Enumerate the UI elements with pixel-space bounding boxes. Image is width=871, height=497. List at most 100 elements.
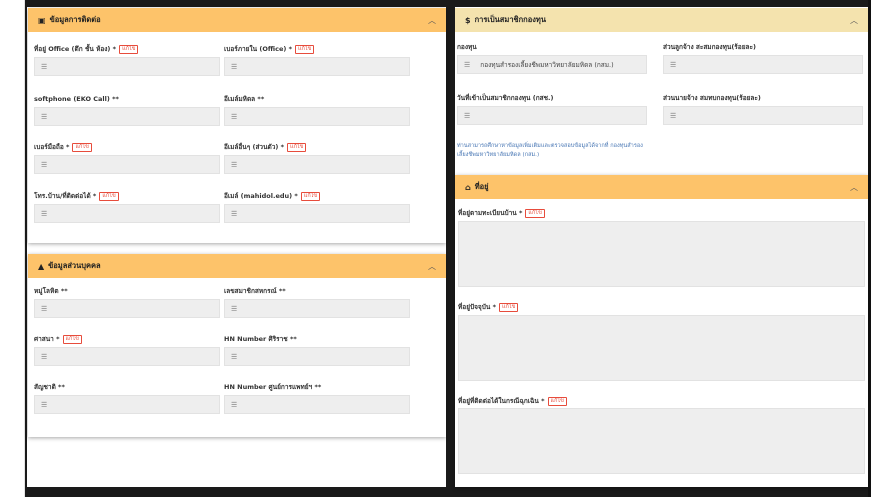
text-lines-icon: ☰ bbox=[231, 62, 238, 71]
contact-card-header[interactable]: ▣ ข้อมูลการติดต่อ ︿ bbox=[28, 8, 446, 32]
employer-contribution-field: ส่วนนายจ้าง สมทบกองทุน(ร้อยละ) ☰ bbox=[663, 93, 863, 125]
employee-contribution-input[interactable]: ☰ bbox=[663, 55, 863, 74]
fund-info-link[interactable]: ท่านสามารถศึกษาหาข้อมูลเพิ่มเติมและตรวจส… bbox=[457, 142, 643, 160]
field-label: ส่วนลูกจ้าง สะสมกองทุน(ร้อยละ) bbox=[663, 43, 756, 51]
personal-email-field: อีเมล์อื่นๆ (ส่วนตัว) * แก้ไข ☰ bbox=[224, 142, 410, 174]
field-label: ส่วนนายจ้าง สมทบกองทุน(ร้อยละ) bbox=[663, 94, 761, 102]
text-lines-icon: ☰ bbox=[41, 160, 48, 169]
contact-card: ▣ ข้อมูลการติดต่อ ︿ ที่อยู่ Office (ตึก … bbox=[28, 8, 446, 243]
home-phone-field: โทร.บ้าน/ที่ติดต่อได้ * แก้ไข ☰ bbox=[34, 191, 220, 223]
field-label: HN Number ศูนย์การแพทย์ฯ ** bbox=[224, 383, 322, 391]
chevron-up-icon[interactable]: ︿ bbox=[428, 15, 436, 26]
current-address-textarea[interactable] bbox=[458, 315, 865, 381]
fund-name-field: กองทุน ☰ กองทุนสำรองเลี้ยงชีพมหาวิทยาลัยม… bbox=[457, 42, 647, 74]
blood-type-input[interactable]: ☰ bbox=[34, 299, 220, 318]
emergency-address-textarea[interactable] bbox=[458, 408, 865, 474]
hn-medical-center-input[interactable]: ☰ bbox=[224, 395, 410, 414]
edit-button[interactable]: แก้ไข bbox=[295, 44, 315, 54]
softphone-input[interactable]: ☰ bbox=[34, 107, 220, 126]
blood-type-field: หมู่โลหิต ** ☰ bbox=[34, 286, 220, 318]
text-lines-icon: ☰ bbox=[231, 209, 238, 218]
text-lines-icon: ☰ bbox=[231, 304, 238, 313]
office-phone-field: เบอร์ภายใน (Office) * แก้ไข ☰ bbox=[224, 44, 410, 76]
office-address-input[interactable]: ☰ bbox=[34, 57, 220, 76]
field-label: อีเมล์ (mahidol.edu) * bbox=[224, 192, 298, 200]
edit-button[interactable]: แก้ไข bbox=[547, 396, 567, 406]
field-label: กองทุน bbox=[457, 43, 477, 51]
fund-card-header[interactable]: $ การเป็นสมาชิกกองทุน ︿ bbox=[455, 8, 868, 32]
field-label: HN Number ศิริราช ** bbox=[224, 335, 297, 343]
field-label: วันที่เข้าเป็นสมาชิกกองทุน (กสช.) bbox=[457, 94, 554, 102]
current-address-field: ที่อยู่ปัจจุบัน * แก้ไข bbox=[458, 302, 519, 312]
text-lines-icon: ☰ bbox=[231, 400, 238, 409]
coop-member-input[interactable]: ☰ bbox=[224, 299, 410, 318]
personal-email-input[interactable]: ☰ bbox=[224, 155, 410, 174]
text-lines-icon: ☰ bbox=[41, 209, 48, 218]
mahidol-email-field: อีเมล์มหิดล ** ☰ bbox=[224, 94, 410, 126]
text-lines-icon: ☰ bbox=[41, 400, 48, 409]
hn-medical-center-field: HN Number ศูนย์การแพทย์ฯ ** ☰ bbox=[224, 382, 410, 414]
field-label: ที่อยู่ปัจจุบัน * bbox=[458, 303, 496, 311]
edit-button[interactable]: แก้ไข bbox=[62, 334, 82, 344]
fund-join-date-field: วันที่เข้าเป็นสมาชิกกองทุน (กสช.) ☰ bbox=[457, 93, 647, 125]
person-icon: ▲ bbox=[38, 261, 45, 271]
nationality-field: สัญชาติ ** ☰ bbox=[34, 382, 220, 414]
text-lines-icon: ☰ bbox=[464, 111, 471, 120]
registered-address-field: ที่อยู่ตามทะเบียนบ้าน * แก้ไข bbox=[458, 208, 545, 218]
edit-button[interactable]: แก้ไข bbox=[525, 208, 545, 218]
employee-contribution-field: ส่วนลูกจ้าง สะสมกองทุน(ร้อยละ) ☰ bbox=[663, 42, 863, 74]
text-lines-icon: ☰ bbox=[670, 111, 677, 120]
field-label: อีเมล์อื่นๆ (ส่วนตัว) * bbox=[224, 143, 285, 151]
edit-button[interactable]: แก้ไข bbox=[287, 142, 307, 152]
emergency-address-field: ที่อยู่ที่ติดต่อได้ในกรณีฉุกเฉิน * แก้ไข bbox=[458, 396, 567, 406]
field-label: โทร.บ้าน/ที่ติดต่อได้ * bbox=[34, 192, 97, 200]
edit-button[interactable]: แก้ไข bbox=[99, 191, 119, 201]
religion-input[interactable]: ☰ bbox=[34, 347, 220, 366]
field-label: อีเมล์มหิดล ** bbox=[224, 95, 265, 103]
chevron-up-icon[interactable]: ︿ bbox=[850, 15, 858, 26]
field-label: ที่อยู่ Office (ตึก ชั้น ห้อง) * bbox=[34, 45, 117, 53]
hn-siriraj-input[interactable]: ☰ bbox=[224, 347, 410, 366]
employer-contribution-input[interactable]: ☰ bbox=[663, 106, 863, 125]
coop-member-field: เลขสมาชิกสหกรณ์ ** ☰ bbox=[224, 286, 410, 318]
fund-card: $ การเป็นสมาชิกกองทุน ︿ กองทุน ☰ กองทุนสำ… bbox=[455, 8, 868, 170]
text-lines-icon: ☰ bbox=[231, 352, 238, 361]
left-sidebar-strip bbox=[0, 0, 25, 497]
fund-card-title: การเป็นสมาชิกกองทุน bbox=[474, 15, 546, 24]
hn-siriraj-field: HN Number ศิริราช ** ☰ bbox=[224, 334, 410, 366]
office-phone-input[interactable]: ☰ bbox=[224, 57, 410, 76]
mahidol-email-input[interactable]: ☰ bbox=[224, 107, 410, 126]
home-icon: ⌂ bbox=[465, 182, 471, 192]
address-card-header[interactable]: ⌂ ที่อยู่ ︿ bbox=[455, 175, 868, 199]
edit-button[interactable]: แก้ไข bbox=[498, 302, 519, 312]
edit-button[interactable]: แก้ไข bbox=[300, 191, 321, 201]
text-lines-icon: ☰ bbox=[41, 352, 48, 361]
field-label: เบอร์มือถือ * bbox=[34, 143, 70, 151]
mahidol-edu-email-input[interactable]: ☰ bbox=[224, 204, 410, 223]
text-lines-icon: ☰ bbox=[41, 304, 48, 313]
fund-note-line-2: เลี้ยงชีพมหาวิทยาลัยมหิดล (กสม.) bbox=[457, 152, 540, 158]
registered-address-textarea[interactable] bbox=[458, 221, 865, 287]
mobile-field: เบอร์มือถือ * แก้ไข ☰ bbox=[34, 142, 220, 174]
address-card-title: ที่อยู่ bbox=[474, 182, 489, 191]
personal-card-header[interactable]: ▲ ข้อมูลส่วนบุคคล ︿ bbox=[28, 254, 446, 278]
mobile-input[interactable]: ☰ bbox=[34, 155, 220, 174]
edit-button[interactable]: แก้ไข bbox=[72, 142, 92, 152]
field-label: เลขสมาชิกสหกรณ์ ** bbox=[224, 287, 286, 295]
nationality-input[interactable]: ☰ bbox=[34, 395, 220, 414]
field-label: หมู่โลหิต ** bbox=[34, 287, 68, 295]
personal-card-title: ข้อมูลส่วนบุคคล bbox=[48, 261, 101, 270]
text-lines-icon: ☰ bbox=[41, 62, 48, 71]
fund-join-date-input[interactable]: ☰ bbox=[457, 106, 647, 125]
field-label: softphone (EKO Call) ** bbox=[34, 95, 119, 103]
fund-name-input[interactable]: ☰ กองทุนสำรองเลี้ยงชีพมหาวิทยาลัยมหิดล (ก… bbox=[457, 55, 647, 74]
chevron-up-icon[interactable]: ︿ bbox=[850, 182, 858, 193]
chevron-up-icon[interactable]: ︿ bbox=[428, 261, 436, 272]
field-label: ที่อยู่ที่ติดต่อได้ในกรณีฉุกเฉิน * bbox=[458, 397, 545, 405]
mahidol-edu-email-field: อีเมล์ (mahidol.edu) * แก้ไข ☰ bbox=[224, 191, 410, 223]
edit-button[interactable]: แก้ไข bbox=[119, 44, 139, 54]
text-lines-icon: ☰ bbox=[41, 112, 48, 121]
address-card: ⌂ ที่อยู่ ︿ ที่อยู่ตามทะเบียนบ้าน * แก้ไข… bbox=[455, 175, 868, 487]
home-phone-input[interactable]: ☰ bbox=[34, 204, 220, 223]
field-label: ที่อยู่ตามทะเบียนบ้าน * bbox=[458, 209, 523, 217]
